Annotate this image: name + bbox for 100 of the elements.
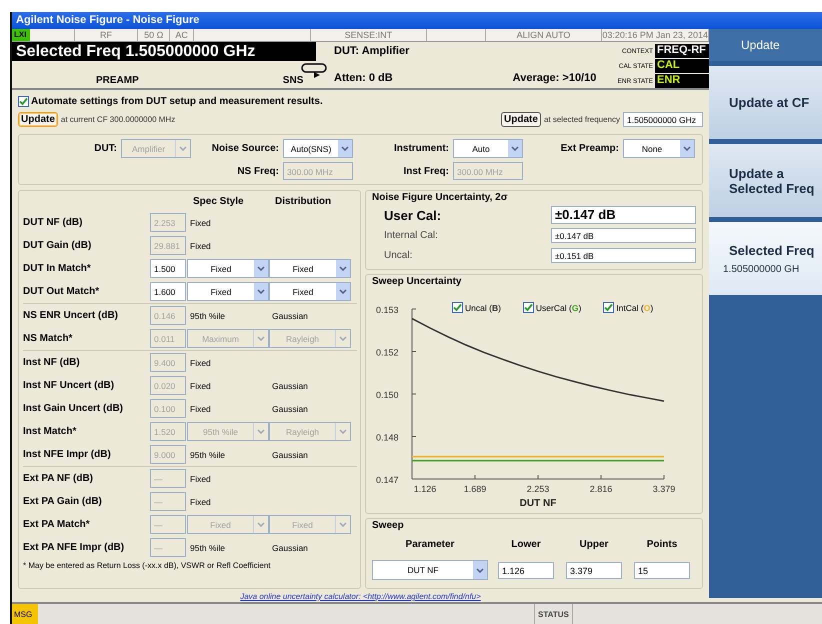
value-field[interactable]: 1.500	[150, 259, 186, 278]
spec-dropdown[interactable]: Fixed	[269, 282, 351, 301]
current-cf-text: at current CF 300.0000000 MHz	[60, 114, 176, 124]
spec-text: Fixed	[189, 240, 212, 250]
dropdown-button[interactable]	[473, 561, 487, 579]
setup-label: Instrument:	[393, 143, 450, 154]
parameter-label: DUT Out Match*	[23, 286, 100, 297]
parameter-label: Inst Match*	[23, 426, 78, 437]
axis-tick-label: 0.148	[376, 432, 399, 442]
selected-frequency-field[interactable]: 1.505000000 GHz	[623, 112, 703, 126]
spec-dropdown[interactable]: Fixed	[187, 282, 269, 301]
uncertainty-label: User Cal:	[384, 208, 442, 222]
atten-label: Atten: 0 dB	[334, 72, 393, 84]
calculator-link[interactable]: Java online uncertainty calculator: <http://www.agilent.com/find/nfu>	[240, 592, 481, 601]
caret-icon	[257, 336, 265, 341]
legend-checkbox[interactable]	[603, 302, 614, 313]
axis-tick-label: 3.379	[652, 484, 676, 494]
dropdown-button[interactable]	[254, 260, 268, 277]
dropdown-button[interactable]	[336, 260, 350, 277]
value-field[interactable]: 1.600	[150, 282, 186, 301]
legend-label: UserCal (G)	[536, 302, 582, 312]
state-value: FREQ-RF	[657, 44, 706, 56]
parameter-label: DUT In Match*	[23, 263, 92, 274]
spec-text: Fixed	[189, 380, 212, 390]
status-text: 50 Ω	[138, 29, 170, 41]
footnote: * May be entered as Return Loss (-xx.x dB), VSWR or Refl Coefficient	[23, 560, 272, 570]
update-button[interactable]: Update	[501, 112, 541, 126]
column-header: Distribution	[274, 196, 332, 206]
status-text: AC	[170, 29, 194, 41]
parameter-label: DUT Gain (dB)	[23, 240, 92, 251]
caret-icon	[257, 429, 265, 434]
legend-checkbox[interactable]	[522, 302, 534, 313]
softkey[interactable]: Update a Selected Freq	[709, 144, 822, 217]
caret-icon	[257, 522, 265, 527]
softkey[interactable]: Selected Freq 1.505000000 GH	[709, 222, 822, 295]
status-text: RF	[75, 29, 138, 41]
dropdown-button[interactable]	[338, 140, 352, 157]
status-text: SENSE:INT	[310, 29, 428, 41]
axis-tick-label: 2.253	[526, 484, 550, 494]
spec-text: Gaussian	[271, 542, 309, 552]
lower-field[interactable]: 1.126	[498, 562, 554, 578]
selected-frequency: Selected Freq 1.505000000 GHz	[12, 42, 316, 61]
column-header: Spec Style	[192, 196, 245, 206]
header-label: PREAMP	[96, 75, 139, 86]
caret-icon	[476, 568, 484, 572]
column-header: Upper	[578, 539, 610, 550]
spec-text: Fixed	[189, 474, 212, 484]
legend-label: IntCal (O)	[616, 302, 654, 312]
header-label: SNS	[282, 75, 304, 86]
axis-tick-label: 1.126	[414, 484, 436, 494]
caret-icon	[257, 266, 265, 271]
dropdown-button[interactable]	[508, 140, 522, 157]
dropdown-button[interactable]	[336, 283, 350, 300]
parameter-label: DUT NF (dB)	[23, 217, 84, 228]
parameter-label: Inst NFE Impr (dB)	[23, 449, 112, 460]
average-label: Average: >10/10	[512, 72, 596, 84]
state-value: CAL	[657, 59, 680, 71]
automate-checkbox[interactable]	[18, 96, 29, 107]
parameter-label: Inst NF Uncert (dB)	[23, 380, 116, 391]
column-header: Parameter	[404, 539, 456, 550]
axis-tick-label: 0.153	[376, 305, 399, 315]
spec-text: Fixed	[189, 358, 212, 368]
msg-indicator: MSG	[12, 604, 38, 624]
caret-icon	[683, 146, 691, 151]
parameter-label: Ext PA NF (dB)	[23, 473, 94, 484]
dropdown-button[interactable]	[254, 283, 268, 300]
setup-label: Ext Preamp:	[560, 143, 620, 154]
parameter-label: Ext PA Match*	[23, 519, 91, 530]
legend-checkbox[interactable]	[452, 302, 463, 313]
upper-field[interactable]: 3.379	[566, 562, 622, 578]
spec-text: Gaussian	[271, 404, 309, 414]
uncertainty-label: Uncal:	[384, 250, 412, 260]
softkey[interactable]: Update at CF	[709, 66, 822, 139]
parameter-label: Inst NF (dB)	[23, 357, 81, 368]
parameter-label: NS Match*	[23, 333, 74, 344]
setup-label: Noise Source:	[210, 143, 280, 154]
spec-dropdown[interactable]: Fixed	[187, 259, 269, 278]
parameter-dropdown[interactable]: DUT NF	[372, 560, 488, 580]
setup-dropdown[interactable]: None	[623, 139, 695, 158]
uncertainty-value: ±0.147 dB	[551, 228, 696, 242]
spec-dropdown[interactable]: Fixed	[269, 259, 351, 278]
axis-tick-label: 2.816	[590, 484, 612, 494]
parameter-label: NS ENR Uncert (dB)	[23, 310, 120, 321]
points-field[interactable]: 15	[634, 562, 690, 578]
setup-label: DUT:	[93, 143, 118, 154]
legend-label: Uncal (B)	[465, 302, 501, 312]
column-header: Points	[646, 539, 678, 550]
update-button[interactable]: Update	[18, 112, 58, 126]
dropdown-button[interactable]	[680, 140, 694, 157]
spec-text: 95th %ile	[189, 450, 226, 460]
caret-icon	[257, 289, 265, 294]
caret-icon	[511, 146, 519, 151]
setup-label: NS Freq:	[236, 166, 280, 176]
panel-title: Noise Figure Uncertainty, 2σ	[372, 191, 509, 205]
window-title: Agilent Noise Figure - Noise Figure	[12, 12, 822, 29]
setup-dropdown[interactable]: Auto	[453, 139, 523, 158]
column-header: Lower	[510, 539, 542, 550]
setup-dropdown[interactable]: Auto(SNS)	[283, 139, 353, 158]
softkey-menu-title: Update	[709, 29, 822, 61]
spec-text: 95th %ile	[189, 542, 226, 552]
